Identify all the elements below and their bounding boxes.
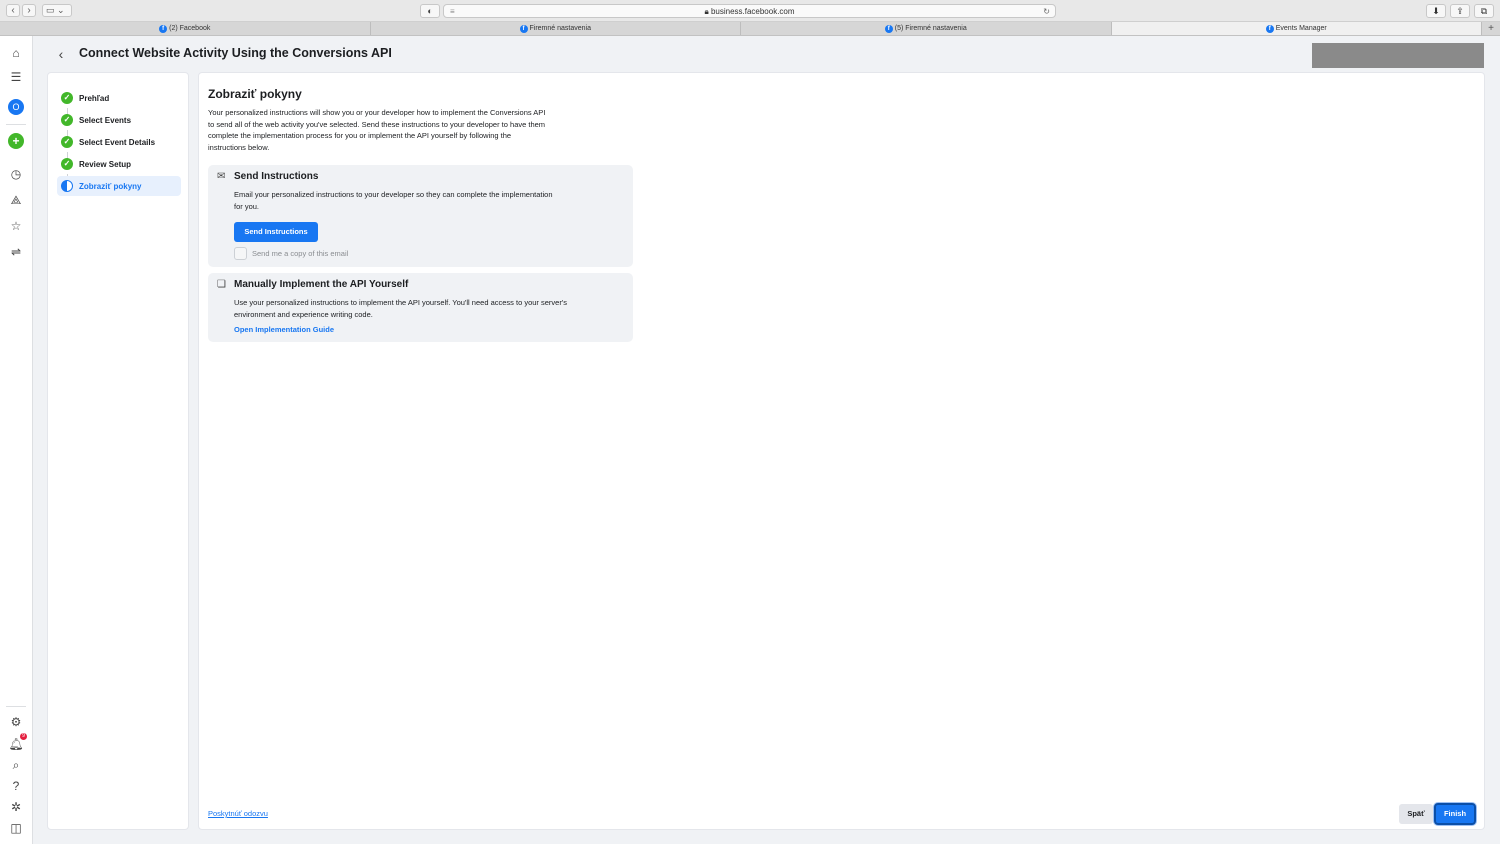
page-header: ‹ Connect Website Activity Using the Con…: [33, 36, 1500, 72]
envelope-icon: ✉: [217, 171, 226, 182]
facebook-icon: f: [519, 24, 528, 33]
tabs-overview-icon[interactable]: ⧉: [1474, 4, 1494, 18]
tab-label: Firemné nastavenia: [529, 24, 591, 32]
notification-badge: 9: [20, 733, 27, 740]
step-zobrazit-pokyny[interactable]: Zobraziť pokyny: [57, 176, 181, 196]
browser-toolbar: ‹ › ▭ ⌄ ◐ ≡ 🔒︎ business.facebook.com ↻ ⬇…: [0, 0, 1500, 22]
finish-button[interactable]: Finish: [1434, 803, 1476, 825]
facebook-icon: f: [159, 24, 168, 33]
app-rail: ⌂ ☰ O + ◷ ⟁ ☆ ⇌ ⚙ 🔔︎ 9 ⌕ ? ✲ ◫: [0, 36, 33, 844]
search-icon[interactable]: ⌕: [8, 757, 24, 773]
chevron-left-icon[interactable]: ‹: [53, 45, 69, 63]
speedometer-icon[interactable]: ◷: [8, 166, 24, 182]
step-label: Prehľad: [79, 93, 110, 103]
facebook-icon: f: [1265, 24, 1274, 33]
facebook-icon: f: [884, 24, 893, 33]
bell-icon[interactable]: 🔔︎ 9: [8, 733, 27, 752]
tab-bar: f (2) Facebook f Firemné nastavenia f (5) F…: [0, 22, 1500, 36]
sidebar-toggle-button[interactable]: ▭ ⌄: [42, 4, 72, 17]
section-title: Zobraziť pokyny: [208, 87, 302, 101]
bug-icon[interactable]: ✲: [8, 799, 24, 815]
main-panel: Zobraziť pokyny Your personalized instru…: [198, 72, 1485, 830]
page-title: Connect Website Activity Using the Conve…: [79, 46, 392, 60]
privacy-shield-icon[interactable]: ◐: [420, 4, 440, 18]
create-plus-icon[interactable]: +: [8, 133, 24, 149]
manual-implement-card: ❏ Manually Implement the API Yourself Us…: [208, 273, 633, 342]
back-nav-button[interactable]: ‹: [6, 4, 20, 17]
share-icon[interactable]: ⇪: [1450, 4, 1470, 18]
download-icon[interactable]: ⬇: [1426, 4, 1446, 18]
check-icon: ✓: [61, 114, 73, 126]
home-icon[interactable]: ⌂: [8, 45, 24, 61]
card-text: Use your personalized instructions to im…: [234, 298, 568, 319]
card-title: Manually Implement the API Yourself: [234, 279, 409, 290]
reader-icon[interactable]: ≡: [450, 5, 455, 18]
address-bar[interactable]: ≡ 🔒︎ business.facebook.com ↻: [443, 4, 1056, 18]
url-text: business.facebook.com: [710, 7, 795, 16]
lock-icon: 🔒︎: [704, 7, 709, 16]
step-select-event-details[interactable]: ✓ Select Event Details: [57, 132, 181, 152]
step-review-setup[interactable]: ✓ Review Setup: [57, 154, 181, 174]
open-guide-link[interactable]: Open Implementation Guide: [234, 325, 334, 334]
steps-panel: ✓ Prehľad ✓ Select Events ✓ Select Event…: [47, 72, 189, 830]
step-label: Review Setup: [79, 159, 132, 169]
reload-icon[interactable]: ↻: [1043, 5, 1050, 18]
tab-firemne-nastavenia[interactable]: f Firemné nastavenia: [371, 22, 741, 35]
step-label: Zobraziť pokyny: [79, 181, 142, 191]
intro-text: Your personalized instructions will show…: [208, 108, 546, 153]
help-icon[interactable]: ?: [8, 778, 24, 794]
back-button[interactable]: Späť: [1399, 804, 1433, 824]
redacted-account-area: [1312, 43, 1484, 68]
send-instructions-card: ✉ Send Instructions Email your personali…: [208, 165, 633, 267]
rail-divider: [6, 124, 26, 125]
tab-facebook[interactable]: f (2) Facebook: [0, 22, 371, 35]
tab-events-manager[interactable]: f Events Manager: [1111, 22, 1482, 35]
copy-email-label: Send me a copy of this email: [252, 249, 349, 258]
check-icon: ✓: [61, 158, 73, 170]
copy-email-row: Send me a copy of this email: [234, 247, 348, 260]
step-select-events[interactable]: ✓ Select Events: [57, 110, 181, 130]
tab-label: (2) Facebook: [169, 24, 211, 32]
handshake-icon[interactable]: ⇌: [8, 244, 24, 260]
check-icon: ✓: [61, 136, 73, 148]
forward-nav-button[interactable]: ›: [22, 4, 36, 17]
feedback-link[interactable]: Poskytnúť odozvu: [208, 809, 268, 818]
copy-email-checkbox[interactable]: [234, 247, 247, 260]
step-label: Select Event Details: [79, 137, 156, 147]
card-text: Email your personalized instructions to …: [234, 190, 553, 211]
in-progress-icon: [61, 180, 73, 192]
tab-firemne-nastavenia-2[interactable]: f (5) Firemné nastavenia: [741, 22, 1112, 35]
browser-actions: ⬇ ⇪ ⧉: [1426, 4, 1494, 18]
tab-label: Events Manager: [1275, 24, 1327, 32]
document-icon: ❏: [217, 279, 226, 290]
nav-buttons: ‹ ›: [6, 4, 36, 17]
star-icon[interactable]: ☆: [8, 218, 24, 234]
menu-icon[interactable]: ☰: [8, 69, 24, 85]
card-title: Send Instructions: [234, 171, 319, 182]
step-prehlad[interactable]: ✓ Prehľad: [57, 88, 181, 108]
account-avatar-icon[interactable]: O: [8, 99, 24, 115]
network-icon[interactable]: ⟁: [8, 192, 24, 208]
step-label: Select Events: [79, 115, 132, 125]
new-tab-button[interactable]: +: [1482, 22, 1500, 35]
send-instructions-button[interactable]: Send Instructions: [234, 222, 318, 242]
gear-icon[interactable]: ⚙: [8, 714, 24, 730]
tab-label: (5) Firemné nastavenia: [894, 24, 967, 32]
rail-divider: [6, 706, 26, 707]
panel-toggle-icon[interactable]: ◫: [8, 820, 24, 836]
check-icon: ✓: [61, 92, 73, 104]
